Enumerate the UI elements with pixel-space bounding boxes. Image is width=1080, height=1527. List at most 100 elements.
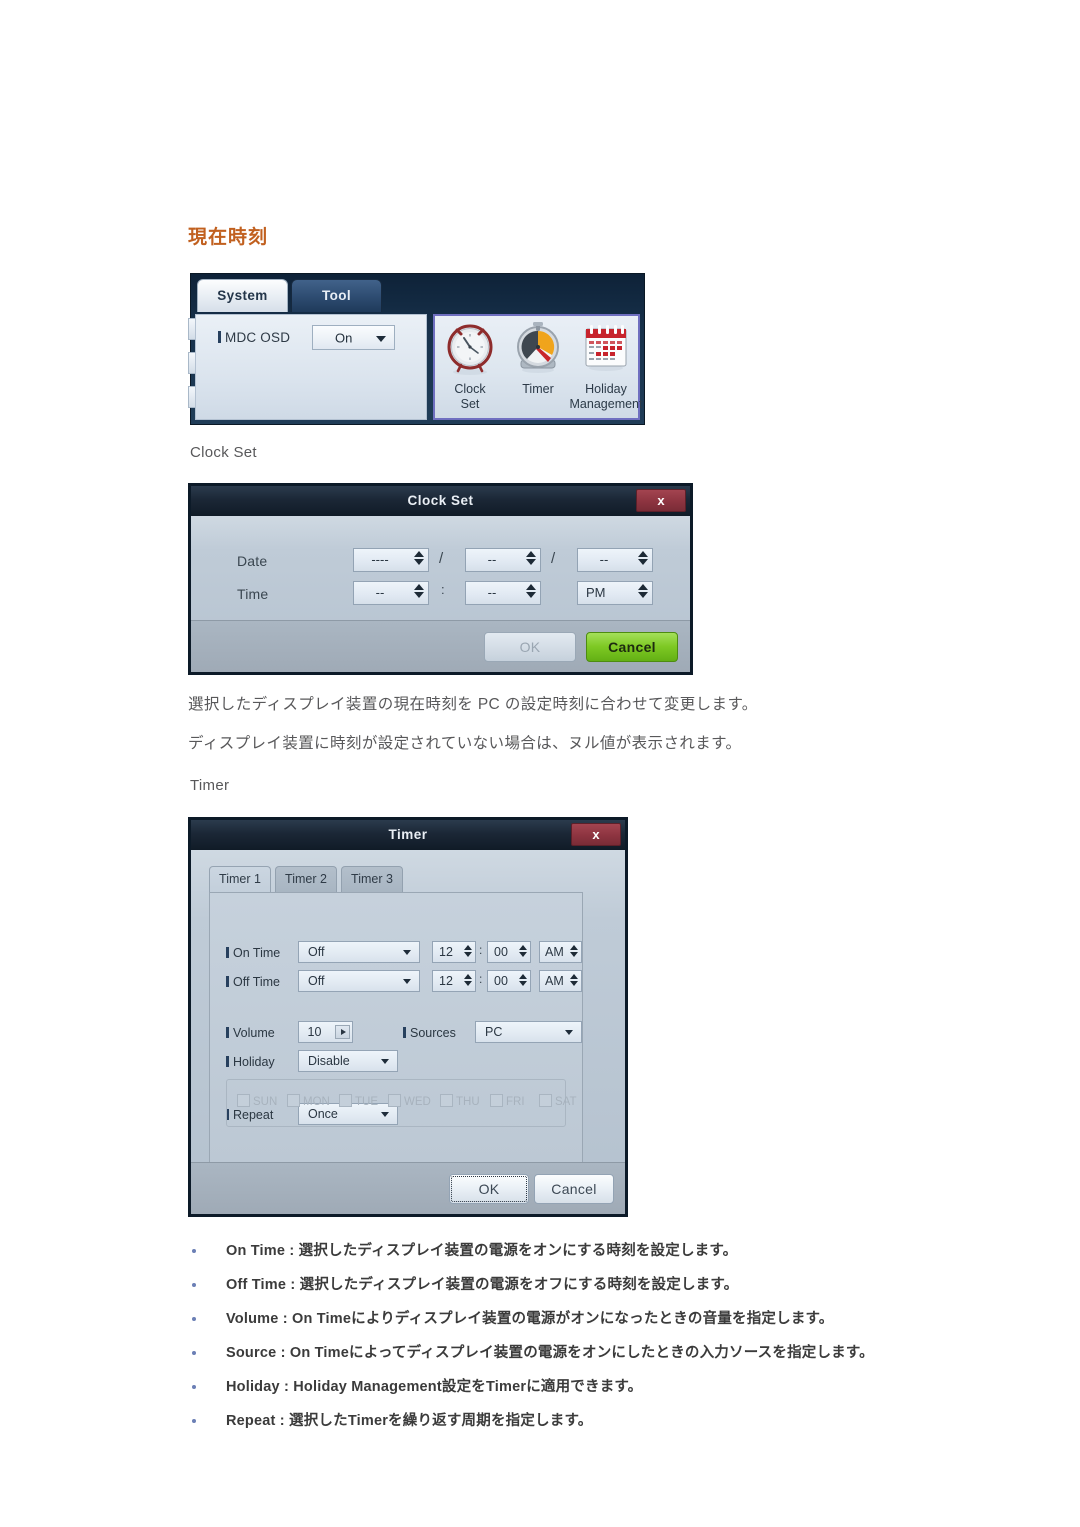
clock-set-button[interactable]: Clock Set: [437, 320, 503, 411]
time-minute-value: --: [487, 585, 497, 600]
sources-dropdown[interactable]: PC: [475, 1021, 582, 1043]
weekday-fri[interactable]: FRI: [490, 1094, 525, 1108]
stepper-arrows-icon[interactable]: [569, 974, 579, 989]
time-meridiem-spinner[interactable]: PM: [577, 581, 653, 605]
off-time-hour-value: 12: [439, 974, 453, 988]
stepper-arrows-icon[interactable]: [412, 584, 425, 602]
time-separator: :: [441, 582, 445, 597]
timer-dialog-body: Timer 1 Timer 2 Timer 3 On Time Off 12 :…: [191, 850, 625, 1170]
off-time-minute-value: 00: [494, 974, 508, 988]
on-time-minute-value: 00: [494, 945, 508, 959]
stepper-arrows-icon[interactable]: [569, 945, 579, 960]
stepper-arrows-icon[interactable]: [524, 584, 537, 602]
checkbox-icon[interactable]: [490, 1094, 503, 1107]
field-marker-icon: [218, 331, 221, 343]
close-icon[interactable]: x: [571, 823, 621, 846]
on-time-meridiem-value: AM: [545, 945, 564, 959]
mdc-osd-label: MDC OSD: [218, 330, 290, 345]
clock-set-caption: Clock Set: [190, 444, 257, 461]
off-time-hour-spinner[interactable]: 12: [432, 970, 476, 992]
list-item: Off Time : 選択したディスプレイ装置の電源をオフにする時刻を設定します…: [188, 1268, 1038, 1302]
weekday-group: SUN MON TUE WED THU FRI SAT: [226, 1079, 577, 1127]
stepper-arrows-icon[interactable]: [636, 551, 649, 569]
weekday-thu[interactable]: THU: [440, 1094, 480, 1108]
close-icon[interactable]: x: [636, 489, 686, 512]
timer-settings-panel: On Time Off 12 : 00 AM Off Time Off 12:…: [209, 892, 583, 1170]
on-time-hour-value: 12: [439, 945, 453, 959]
time-hour-spinner[interactable]: --: [353, 581, 429, 605]
tab-tool[interactable]: Tool: [291, 279, 382, 312]
timer-dialog-title: Timer: [191, 820, 625, 850]
tab-timer-3[interactable]: Timer 3: [341, 866, 403, 892]
timer-ok-button[interactable]: OK: [449, 1174, 529, 1204]
list-item-text: Source : On Timeによってディスプレイ装置の電源をオンにしたときの…: [226, 1345, 874, 1361]
list-item: Repeat : 選択したTimerを繰り返す周期を指定します。: [188, 1404, 1038, 1438]
checkbox-icon[interactable]: [388, 1094, 401, 1107]
clock-set-cancel-button[interactable]: Cancel: [586, 632, 678, 662]
stepper-arrows-icon[interactable]: [463, 945, 473, 960]
date-separator-2: /: [551, 550, 556, 567]
checkbox-icon[interactable]: [539, 1094, 552, 1107]
off-time-meridiem-spinner[interactable]: AM: [539, 970, 582, 992]
clock-set-icon: [441, 320, 499, 378]
bullet-icon: [192, 1419, 196, 1423]
off-time-mode-dropdown[interactable]: Off: [298, 970, 420, 992]
date-year-spinner[interactable]: ----: [353, 548, 429, 572]
time-minute-spinner[interactable]: --: [465, 581, 541, 605]
clock-set-description-line-2: ディスプレイ装置に時刻が設定されていない場合は、ヌル値が表示されます。: [188, 735, 742, 752]
checkbox-icon[interactable]: [440, 1094, 453, 1107]
mdc-osd-value: On: [335, 330, 353, 345]
field-marker-icon: [226, 976, 229, 987]
off-time-mode-value: Off: [308, 974, 325, 988]
time-group-pane: Clock Set Timer Holiday Management: [433, 314, 642, 420]
list-item: Holiday : Holiday Management設定をTimerに適用で…: [188, 1370, 1038, 1404]
holiday-management-button[interactable]: Holiday Management: [570, 320, 642, 411]
checkbox-icon[interactable]: [237, 1094, 250, 1107]
clock-set-description-line-1: 選択したディスプレイ装置の現在時刻を PC の設定時刻に合わせて変更します。: [188, 696, 758, 713]
timer-cancel-button[interactable]: Cancel: [534, 1174, 614, 1204]
volume-stepper[interactable]: 10: [298, 1021, 353, 1043]
stepper-arrows-icon[interactable]: [412, 551, 425, 569]
tab-timer-2[interactable]: Timer 2: [275, 866, 337, 892]
stepper-arrows-icon[interactable]: [518, 945, 528, 960]
stepper-arrows-icon[interactable]: [518, 974, 528, 989]
on-time-minute-spinner[interactable]: 00: [487, 941, 531, 963]
weekday-tue[interactable]: TUE: [339, 1094, 378, 1108]
timer-field-descriptions: On Time : 選択したディスプレイ装置の電源をオンにする時刻を設定します。…: [188, 1234, 1038, 1438]
bullet-icon: [192, 1385, 196, 1389]
field-marker-icon: [226, 1027, 229, 1038]
stepper-arrows-icon[interactable]: [636, 584, 649, 602]
checkbox-icon[interactable]: [339, 1094, 352, 1107]
tab-timer-1[interactable]: Timer 1: [209, 866, 271, 892]
on-time-hour-spinner[interactable]: 12: [432, 941, 476, 963]
date-day-spinner[interactable]: --: [577, 548, 653, 572]
holiday-label: Holiday: [226, 1055, 275, 1069]
date-month-spinner[interactable]: --: [465, 548, 541, 572]
off-time-separator: :: [479, 972, 483, 986]
clock-set-dialog-footer: OK Cancel: [191, 620, 690, 672]
weekday-wed[interactable]: WED: [388, 1094, 431, 1108]
off-time-meridiem-value: AM: [545, 974, 564, 988]
time-label: Time: [237, 586, 269, 602]
holiday-value: Disable: [308, 1054, 350, 1068]
toolbar-tabbar: System Tool: [191, 274, 644, 312]
timer-button[interactable]: Timer: [505, 320, 571, 396]
chevron-down-icon: [381, 1059, 389, 1064]
on-time-mode-dropdown[interactable]: Off: [298, 941, 420, 963]
mdc-osd-dropdown[interactable]: On: [312, 325, 395, 350]
weekday-sat[interactable]: SAT: [539, 1094, 577, 1108]
stepper-arrows-icon[interactable]: [463, 974, 473, 989]
tab-system[interactable]: System: [197, 279, 288, 312]
on-time-meridiem-spinner[interactable]: AM: [539, 941, 582, 963]
weekday-sun[interactable]: SUN: [237, 1094, 277, 1108]
clock-set-ok-button[interactable]: OK: [484, 632, 576, 662]
volume-value: 10: [307, 1025, 322, 1039]
chevron-down-icon: [403, 979, 411, 984]
timer-icon: [509, 320, 567, 378]
checkbox-icon[interactable]: [287, 1094, 300, 1107]
weekday-mon[interactable]: MON: [287, 1094, 330, 1108]
holiday-dropdown[interactable]: Disable: [298, 1050, 398, 1072]
stepper-arrows-icon[interactable]: [524, 551, 537, 569]
off-time-minute-spinner[interactable]: 00: [487, 970, 531, 992]
volume-increase-icon[interactable]: [335, 1025, 350, 1039]
